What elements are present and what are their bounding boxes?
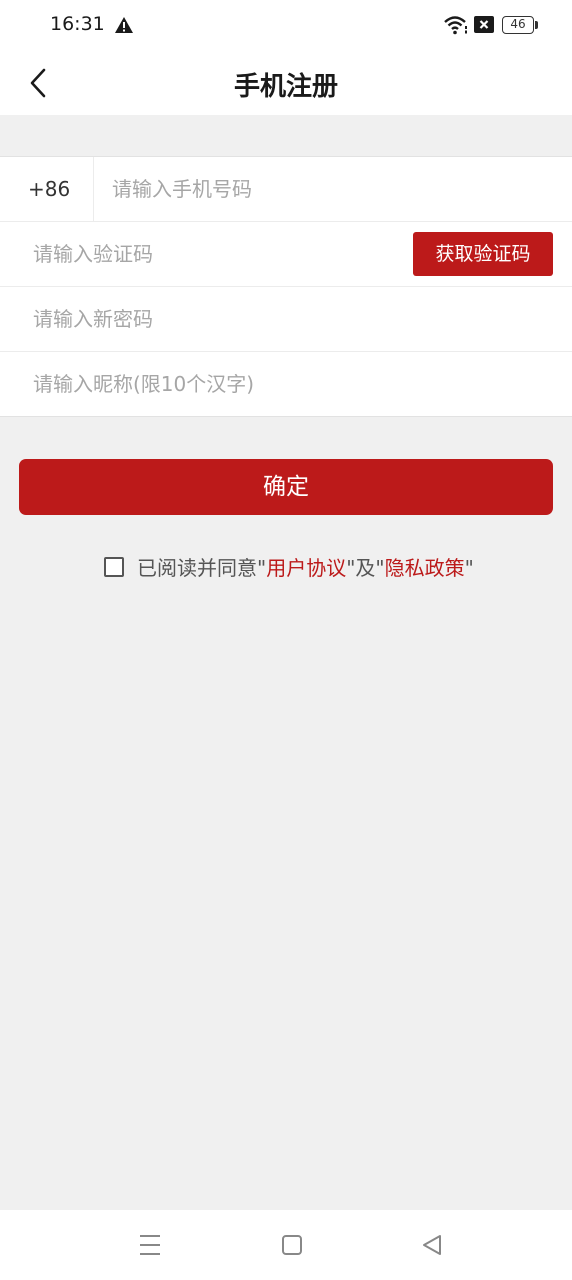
quote-mark: " [375, 556, 385, 580]
nickname-input[interactable] [31, 352, 551, 416]
quote-mark: " [257, 556, 267, 580]
user-agreement-link[interactable]: 用户协议 [266, 556, 346, 580]
quote-mark: " [464, 556, 474, 580]
status-bar: 16:31 46 [0, 0, 572, 50]
phone-input[interactable] [110, 157, 550, 221]
navigation-bar: 手机注册 [0, 50, 572, 115]
battery-level: 46 [502, 16, 534, 34]
phone-row: +86 [0, 157, 572, 222]
wifi-icon [444, 16, 467, 35]
password-input[interactable] [31, 287, 551, 351]
agreement-prefix: 已阅读并同意 [137, 556, 257, 580]
back-icon[interactable] [420, 1232, 444, 1258]
agreement-text: 已阅读并同意"用户协议"及"隐私政策" [137, 553, 474, 583]
sim-x-icon [474, 16, 494, 33]
agreement-row: 已阅读并同意"用户协议"及"隐私政策" [0, 553, 572, 583]
privacy-policy-link[interactable]: 隐私政策 [385, 556, 465, 580]
get-code-button[interactable]: 获取验证码 [413, 232, 553, 276]
home-icon[interactable] [281, 1234, 303, 1256]
country-code-selector[interactable]: +86 [0, 157, 94, 221]
battery-icon: 46 [502, 16, 538, 34]
agreement-checkbox[interactable] [104, 557, 124, 577]
confirm-button[interactable]: 确定 [19, 459, 553, 515]
status-time: 16:31 [50, 13, 105, 35]
agreement-and: 及 [355, 556, 376, 580]
password-row [0, 287, 572, 352]
verification-code-row: 获取验证码 [0, 222, 572, 287]
system-navigation-bar [0, 1210, 572, 1280]
registration-form: +86 获取验证码 [0, 156, 572, 417]
verification-code-input[interactable] [31, 222, 401, 286]
menu-icon[interactable] [138, 1232, 162, 1258]
alert-icon [115, 17, 133, 33]
nickname-row [0, 352, 572, 417]
page-title: 手机注册 [233, 72, 338, 102]
